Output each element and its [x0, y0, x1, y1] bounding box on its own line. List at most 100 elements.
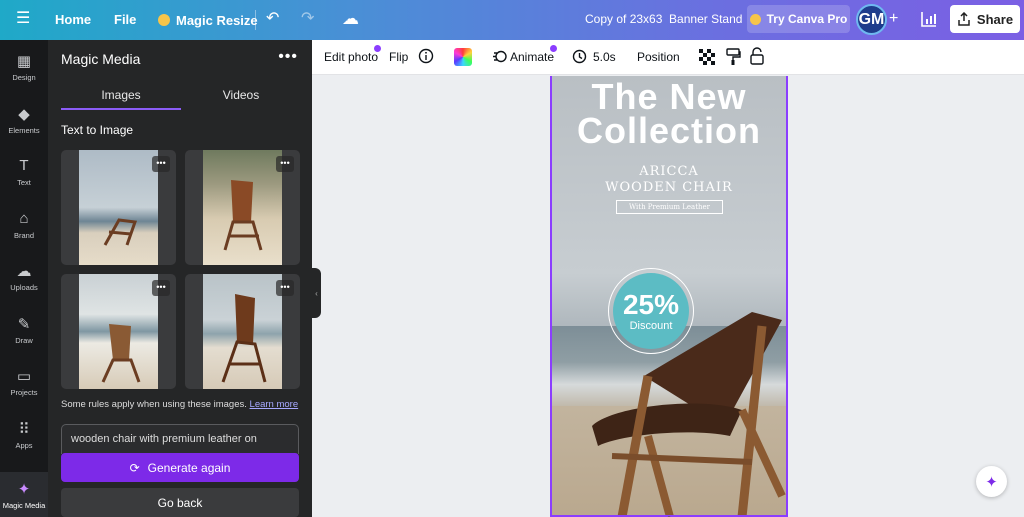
context-toolbar: Edit photo Flip Animate 5.0s Position — [312, 40, 1024, 75]
animate-button[interactable]: Animate — [510, 50, 554, 64]
image-preview — [79, 274, 158, 389]
rail-item-projects[interactable]: ▭ Projects — [0, 367, 48, 397]
more-options-icon[interactable]: ••• — [276, 280, 294, 296]
magic-assistant-button[interactable]: ✦ — [976, 466, 1007, 497]
tab-images[interactable]: Images — [61, 88, 181, 102]
discount-percent: 25% — [622, 289, 680, 320]
rail-item-uploads[interactable]: ☁ Uploads — [0, 262, 48, 292]
rules-text: Some rules apply when using these images… — [61, 399, 247, 410]
rail-label: Apps — [15, 441, 33, 450]
collapse-panel-handle[interactable]: ‹ — [312, 268, 321, 318]
tab-videos[interactable]: Videos — [181, 88, 301, 102]
generated-image-4[interactable]: ••• — [185, 274, 300, 389]
more-options-icon[interactable]: ••• — [152, 156, 170, 172]
image-preview — [203, 274, 282, 389]
magic-resize-label: Magic Resize — [176, 12, 258, 28]
rail-item-draw[interactable]: ✎ Draw — [0, 315, 48, 345]
left-rail: ▦ Design ◆ Elements T Text ⌂ Brand ☁ Upl… — [0, 40, 48, 517]
generated-image-2[interactable]: ••• — [185, 150, 300, 265]
share-button[interactable]: Share — [950, 5, 1020, 33]
lock-icon[interactable] — [750, 47, 764, 68]
magic-media-panel: Magic Media ••• Images Videos Text to Im… — [48, 40, 312, 517]
rail-item-brand[interactable]: ⌂ Brand — [0, 210, 48, 240]
generate-again-label: Generate again — [147, 460, 231, 475]
color-swatch-icon[interactable] — [454, 48, 472, 66]
rail-item-magic-media[interactable]: ✦ Magic Media — [0, 472, 48, 517]
rail-item-design[interactable]: ▦ Design — [0, 52, 48, 82]
position-button[interactable]: Position — [637, 50, 680, 64]
notification-dot — [550, 45, 557, 52]
try-pro-button[interactable]: Try Canva Pro — [747, 5, 850, 33]
apps-grid-icon: ⠿ — [18, 421, 30, 438]
generate-again-button[interactable]: ⟳ Generate again — [61, 453, 299, 482]
brand-icon: ⌂ — [19, 210, 29, 227]
panel-title: Magic Media — [61, 51, 141, 67]
pen-icon: ✎ — [17, 316, 31, 333]
generated-image-1[interactable]: ••• — [61, 150, 176, 265]
flip-button[interactable]: Flip — [389, 50, 408, 64]
clock-icon — [572, 49, 587, 67]
file-menu[interactable]: File — [114, 12, 136, 27]
avatar[interactable]: GM — [856, 4, 887, 35]
learn-more-link[interactable]: Learn more — [250, 399, 299, 410]
rail-label: Text — [17, 178, 31, 187]
more-options-icon[interactable]: ••• — [152, 280, 170, 296]
cloud-save-icon[interactable]: ☁ — [342, 10, 359, 27]
rail-item-apps[interactable]: ⠿ Apps — [0, 420, 48, 450]
headline-line-2[interactable]: Collection — [552, 110, 786, 152]
undo-icon[interactable]: ↶ — [266, 11, 279, 27]
sparkle-icon: ✦ — [985, 473, 998, 491]
shapes-icon: ◆ — [18, 106, 30, 123]
rail-item-text[interactable]: T Text — [0, 157, 48, 187]
rail-item-elements[interactable]: ◆ Elements — [0, 105, 48, 135]
copy-style-icon[interactable] — [725, 48, 741, 69]
document-title[interactable]: Copy of 23x63 Banner Stand — [585, 12, 742, 26]
try-pro-label: Try Canva Pro — [766, 12, 848, 26]
rail-label: Brand — [13, 231, 34, 240]
chevron-up-icon[interactable]: ︿ — [662, 507, 676, 517]
redo-icon[interactable]: ↷ — [301, 11, 314, 27]
rail-label: Projects — [10, 388, 38, 397]
image-preview — [203, 150, 282, 265]
crown-icon — [158, 14, 170, 26]
product-name-line-1[interactable]: ARICCA — [552, 164, 786, 179]
top-bar: ☰ Home File Magic Resize ↶ ↷ ☁ Copy of 2… — [0, 0, 1024, 40]
text-icon: T — [19, 157, 29, 174]
section-label: Text to Image — [61, 123, 134, 137]
magic-media-icon: ✦ — [17, 481, 31, 498]
animate-icon — [492, 49, 507, 67]
rail-label: Uploads — [10, 283, 38, 292]
bar-chart-icon[interactable] — [920, 10, 938, 32]
discount-badge-inner: 25% Discount — [613, 273, 689, 349]
discount-badge[interactable]: 25% Discount — [608, 268, 694, 354]
hamburger-icon[interactable]: ☰ — [16, 11, 30, 27]
upload-icon — [958, 12, 970, 26]
design-canvas[interactable]: The New Collection ARICCA WOODEN CHAIR W… — [550, 76, 788, 517]
discount-label: Discount — [629, 320, 673, 332]
edit-photo-button[interactable]: Edit photo — [324, 50, 378, 64]
info-icon[interactable] — [418, 48, 434, 67]
layout-icon: ▦ — [16, 53, 32, 70]
folder-icon: ▭ — [16, 368, 32, 385]
rail-label: Magic Media — [2, 501, 46, 510]
duration-button[interactable]: 5.0s — [593, 50, 616, 64]
prompt-input[interactable]: wooden chair with premium leather on — [61, 424, 299, 454]
refresh-icon: ⟳ — [129, 460, 140, 475]
product-name-line-2[interactable]: WOODEN CHAIR — [552, 180, 786, 195]
more-options-icon[interactable]: ••• — [278, 48, 298, 66]
transparency-icon[interactable] — [699, 49, 715, 68]
plus-icon[interactable]: + — [889, 11, 898, 27]
upload-cloud-icon: ☁ — [16, 263, 32, 280]
active-tab-indicator — [61, 108, 181, 110]
image-preview — [79, 150, 158, 265]
generated-image-3[interactable]: ••• — [61, 274, 176, 389]
more-options-icon[interactable]: ••• — [276, 156, 294, 172]
tagline-box[interactable]: With Premium Leather — [616, 200, 723, 214]
home-link[interactable]: Home — [55, 12, 91, 27]
magic-resize-button[interactable]: Magic Resize — [150, 7, 268, 33]
go-back-button[interactable]: Go back — [61, 488, 299, 517]
crown-icon — [749, 13, 761, 25]
rail-label: Draw — [15, 336, 33, 345]
rail-label: Design — [12, 73, 36, 82]
usage-rules: Some rules apply when using these images… — [61, 399, 298, 410]
